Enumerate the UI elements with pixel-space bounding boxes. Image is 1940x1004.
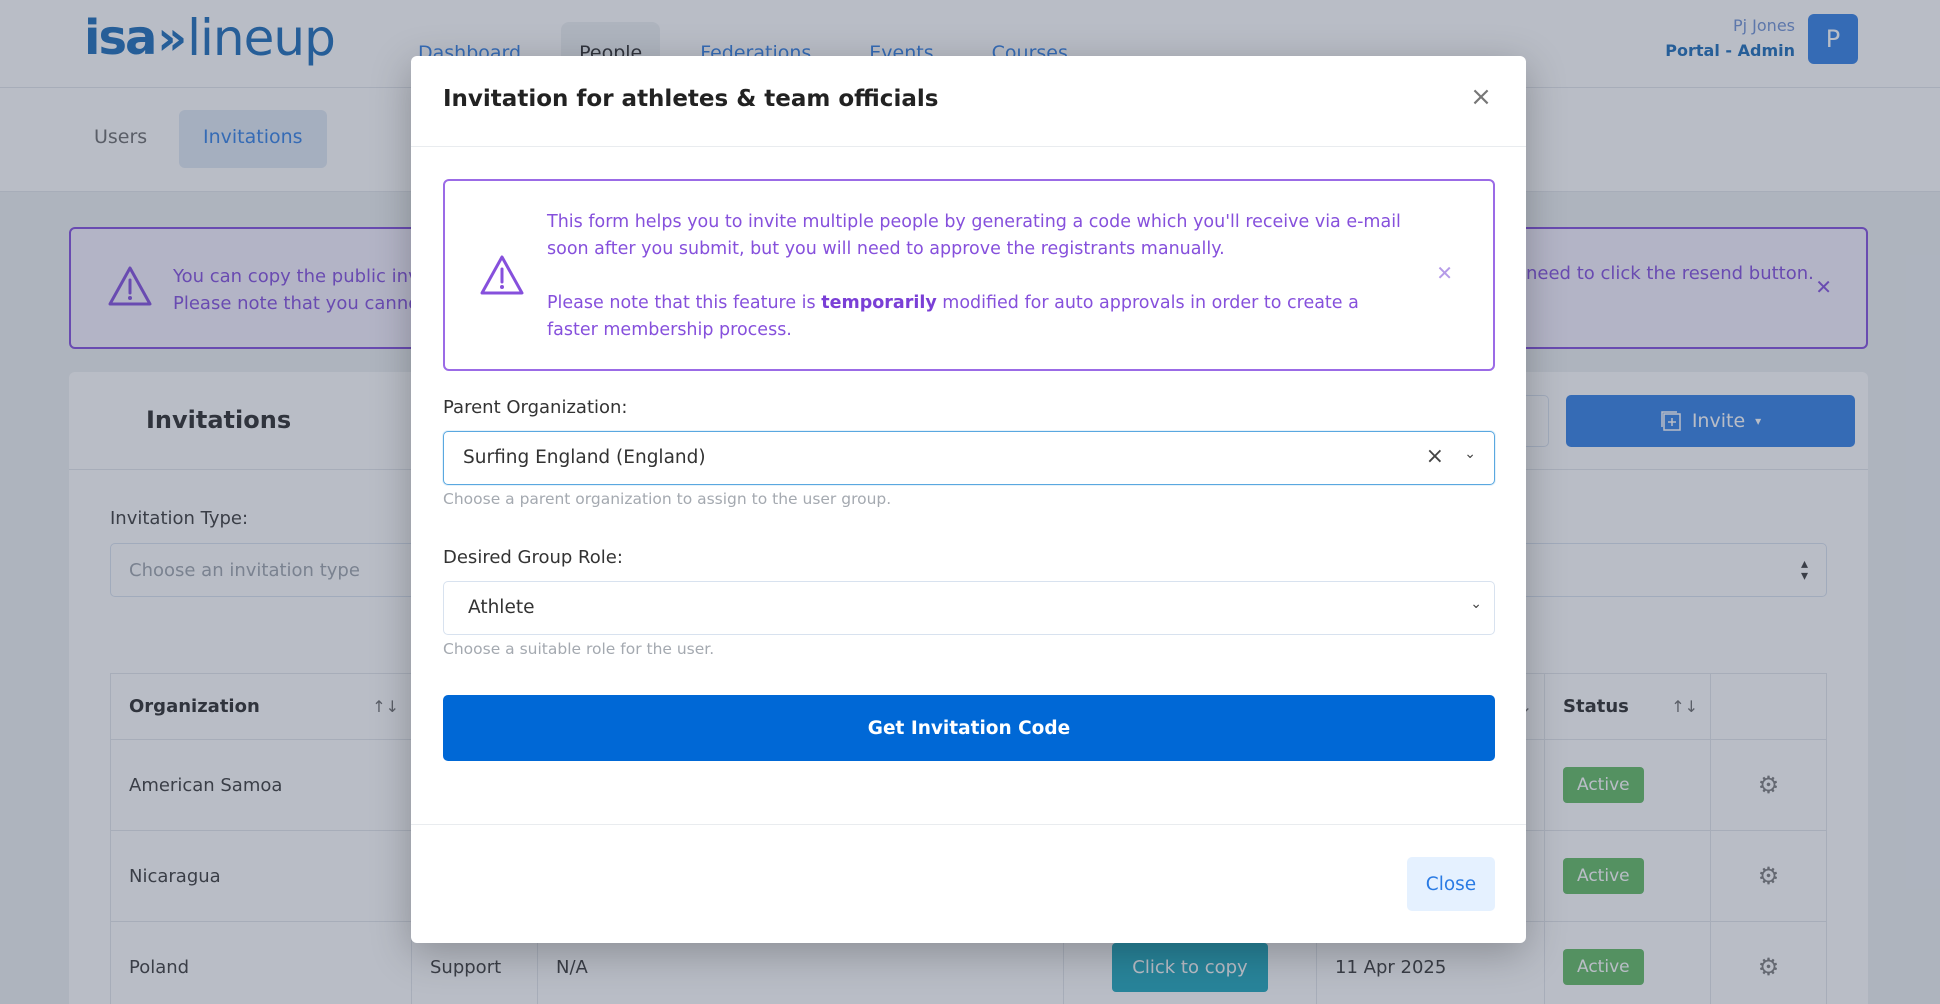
info-close-icon[interactable]: ✕ xyxy=(1436,261,1453,285)
parent-org-value: Surfing England (England) xyxy=(463,447,706,468)
warning-icon xyxy=(480,255,524,295)
modal-title: Invitation for athletes & team officials xyxy=(443,86,939,112)
info-alert: This form helps you to invite multiple p… xyxy=(443,179,1495,371)
parent-org-label: Parent Organization: xyxy=(443,397,628,418)
chevron-down-icon: ⌄ xyxy=(1470,596,1482,612)
get-invitation-code-button[interactable]: Get Invitation Code xyxy=(443,695,1495,761)
group-role-label: Desired Group Role: xyxy=(443,547,623,568)
clear-icon[interactable]: × xyxy=(1426,444,1444,469)
chevron-down-icon[interactable]: ⌄ xyxy=(1464,446,1476,462)
close-button[interactable]: Close xyxy=(1407,857,1495,911)
info-paragraph-1: This form helps you to invite multiple p… xyxy=(547,212,1401,259)
parent-org-select[interactable]: Surfing England (England) × ⌄ xyxy=(443,431,1495,485)
info-text-before: Please note that this feature is xyxy=(547,293,822,313)
group-role-help: Choose a suitable role for the user. xyxy=(443,640,715,658)
close-icon[interactable]: × xyxy=(1466,82,1496,112)
group-role-select[interactable]: Athlete ⌄ xyxy=(443,581,1495,635)
info-paragraph-2: Please note that this feature is tempora… xyxy=(547,290,1407,344)
info-text-bold: temporarily xyxy=(821,293,937,313)
parent-org-help: Choose a parent organization to assign t… xyxy=(443,490,892,508)
invitation-modal: Invitation for athletes & team officials… xyxy=(411,56,1526,943)
modal-header: Invitation for athletes & team officials… xyxy=(411,56,1526,147)
modal-footer: Close xyxy=(411,824,1526,943)
group-role-value: Athlete xyxy=(468,597,535,618)
info-alert-text: This form helps you to invite multiple p… xyxy=(547,209,1407,344)
